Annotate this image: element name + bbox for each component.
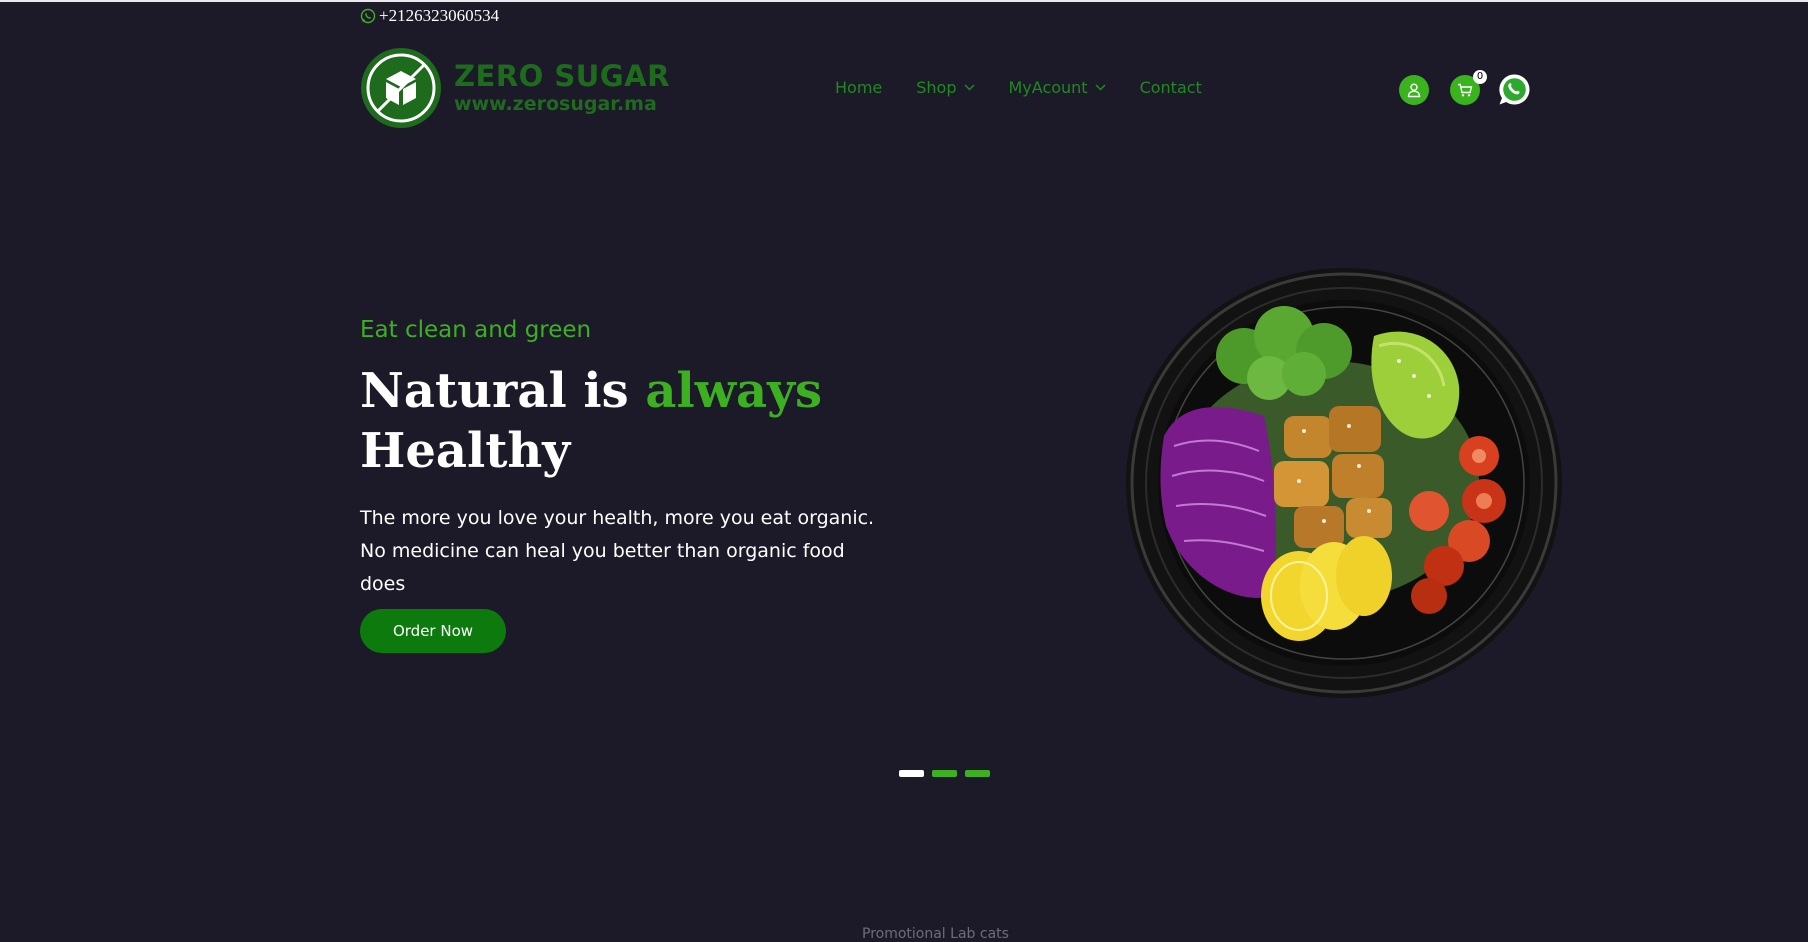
nav-item-contact[interactable]: Contact [1140, 78, 1202, 97]
hero-description: The more you love your health, more you … [360, 507, 875, 595]
slider-dot-1[interactable] [899, 770, 924, 777]
nav-item-label: Home [835, 78, 883, 97]
logo-badge-icon [361, 48, 441, 128]
whatsapp-icon[interactable] [360, 8, 376, 24]
salad-bowl-image [1126, 268, 1562, 698]
slider-dots [899, 770, 990, 777]
hero-tagline: Eat clean and green [360, 317, 592, 343]
logo-text: ZERO SUGAR www.zerosugar.ma [454, 62, 670, 114]
site-logo[interactable]: ZERO SUGAR www.zerosugar.ma [360, 47, 670, 129]
cart-icon [1458, 83, 1473, 96]
main-nav: Home Shop MyAcount Contact [835, 78, 1236, 97]
nav-item-label: MyAcount [1008, 78, 1088, 97]
hero-title-accent: always [645, 363, 823, 419]
brand-name: ZERO SUGAR [454, 59, 670, 93]
account-button[interactable] [1399, 74, 1429, 105]
section-heading-peek: Promotional Lab cats [862, 926, 1009, 942]
header-actions: 0 [1399, 69, 1531, 106]
whatsapp-icon[interactable] [1498, 73, 1531, 106]
slider-dot-3[interactable] [965, 770, 990, 777]
phone-number[interactable]: +2126323060534 [379, 6, 499, 26]
user-icon [1407, 82, 1421, 97]
nav-item-label: Shop [916, 78, 957, 97]
cart-count-badge: 0 [1473, 69, 1487, 84]
nav-item-label: Contact [1139, 78, 1202, 97]
brand-url: www.zerosugar.ma [454, 93, 657, 115]
chevron-down-icon [1095, 84, 1106, 91]
order-now-button[interactable]: Order Now [360, 609, 506, 653]
nav-item-home[interactable]: Home [835, 78, 882, 97]
hero-title: Natural is always Healthy [360, 361, 822, 481]
hero-title-part1: Natural is [360, 363, 646, 419]
top-border [0, 0, 1808, 2]
topbar: +2126323060534 [360, 6, 499, 26]
cart-button[interactable]: 0 [1450, 69, 1487, 105]
chevron-down-icon [963, 84, 975, 91]
nav-item-shop[interactable]: Shop [916, 78, 975, 97]
hero-title-part2: Healthy [360, 423, 571, 479]
nav-item-myaccount[interactable]: MyAcount [1009, 78, 1106, 97]
slider-dot-2[interactable] [932, 770, 957, 777]
